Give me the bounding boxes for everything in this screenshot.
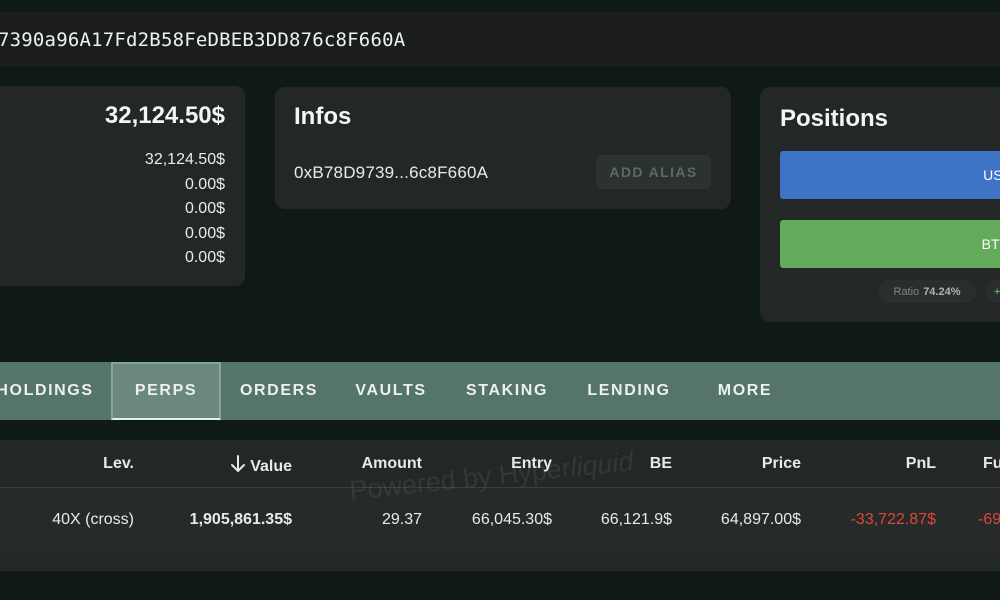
tab-perps[interactable]: PERPS (111, 362, 221, 420)
address-bar: 7390a96A17Fd2B58FeDBEB3DD876c8F660A (0, 12, 1000, 67)
cell-funding: -69 (978, 511, 1000, 528)
balance-row: 0.00$ (184, 224, 225, 242)
balance-total: 32,124.50$ (104, 102, 225, 129)
arrow-down-icon (231, 455, 246, 473)
header-pnl[interactable]: PnL (906, 455, 936, 473)
cell-amount: 29.37 (381, 511, 422, 528)
cell-pnl: -33,722.87$ (850, 511, 936, 528)
balance-row: 32,124.50$ (144, 151, 225, 168)
cell-entry: 66,045.30$ (471, 511, 552, 528)
tab-vaults[interactable]: VAULTS (336, 362, 446, 420)
header-value[interactable]: Value (230, 455, 292, 476)
ratio-label: Ratio (893, 285, 920, 298)
ratio-value: 74.24% (923, 285, 961, 298)
cell-lev: 40X (cross) (52, 511, 134, 528)
positions-card: Positions USDC BTC-U Ratio 74.24% + (760, 87, 1000, 322)
tab-lending[interactable]: LENDING (574, 362, 684, 420)
header-price[interactable]: Price (762, 455, 801, 473)
tab-orders[interactable]: ORDERS (224, 362, 334, 420)
infos-title: Infos (294, 103, 352, 130)
balance-row: 0.00$ (184, 249, 225, 266)
wallet-address[interactable]: 7390a96A17Fd2B58FeDBEB3DD876c8F660A (0, 29, 405, 51)
header-value-label: Value (250, 458, 292, 475)
table-row[interactable]: 40X (cross) 1,905,861.35$ 29.37 66,045.3… (0, 489, 1000, 551)
balance-row: 0.00$ (184, 175, 225, 193)
add-alias-button[interactable]: ADD ALIAS (596, 155, 711, 189)
position-bar-usdc[interactable]: USDC (780, 151, 1000, 199)
header-funding[interactable]: Fu (983, 455, 1000, 473)
tab-more[interactable]: MORE (690, 362, 800, 420)
positions-title: Positions (780, 105, 889, 132)
header-be[interactable]: BE (650, 455, 672, 473)
position-bar-btc[interactable]: BTC-U (780, 220, 1000, 268)
ratio-chip: Ratio 74.24% (878, 280, 976, 303)
tab-holdings[interactable]: HOLDINGS (0, 362, 100, 420)
cell-be: 66,121.9$ (600, 511, 672, 528)
watermark-suffix: liquid (568, 446, 635, 483)
position-bar-label: USDC (983, 167, 1000, 183)
balance-card: 32,124.50$ 32,124.50$ 0.00$ 0.00$ 0.00$ … (0, 86, 245, 286)
position-bar-label: BTC-U (981, 236, 1000, 252)
plus-chip: + (985, 280, 1000, 303)
infos-card: Infos 0xB78D9739...6c8F660A ADD ALIAS (275, 87, 731, 209)
header-lev[interactable]: Lev. (103, 455, 134, 473)
balance-row: 0.00$ (184, 200, 225, 217)
cell-value: 1,905,861.35$ (189, 511, 292, 528)
cell-price: 64,897.00$ (720, 511, 801, 528)
infos-address[interactable]: 0xB78D9739...6c8F660A (294, 163, 488, 183)
tab-staking[interactable]: STAKING (452, 362, 562, 420)
balance-breakdown: 32,124.50$ 0.00$ 0.00$ 0.00$ 0.00$ (145, 148, 225, 271)
tab-bar: HOLDINGS PERPS ORDERS VAULTS STAKING LEN… (0, 362, 1000, 420)
